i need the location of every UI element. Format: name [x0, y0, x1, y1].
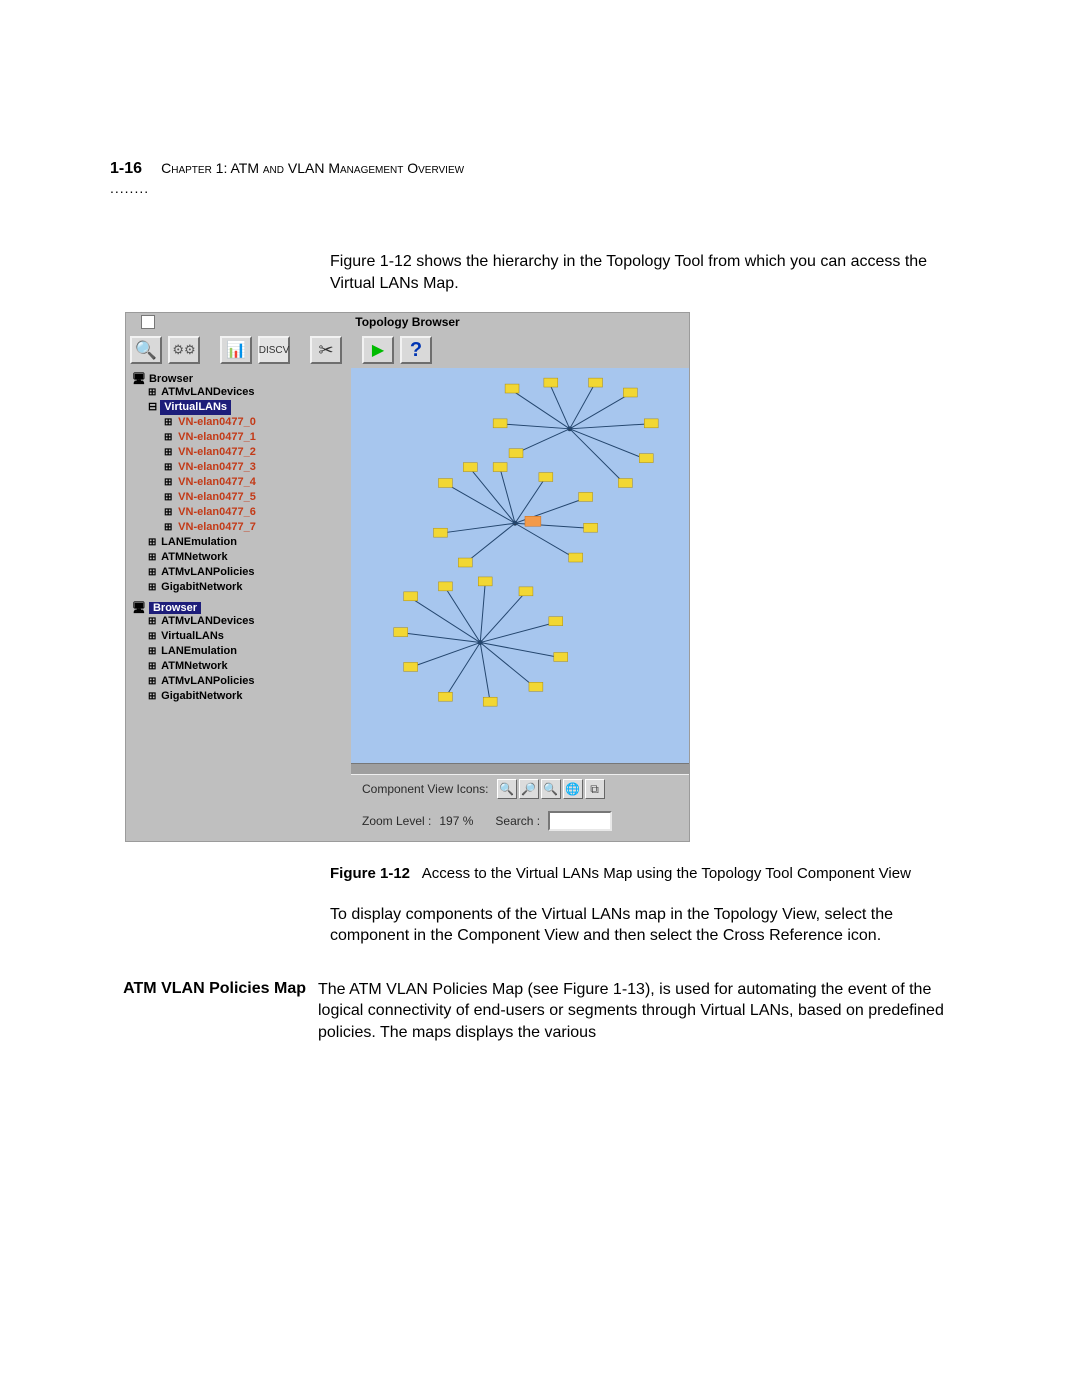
tree-item-vn-elan-5[interactable]: VN-elan0477_5: [132, 490, 349, 505]
tree-item-vn-elan-3[interactable]: VN-elan0477_3: [132, 460, 349, 475]
tree-pane[interactable]: Browser ATMvLANDevices VirtualLANs VN-el…: [126, 368, 351, 763]
intro-paragraph: Figure 1-12 shows the hierarchy in the T…: [330, 251, 960, 294]
tree-item-vn-elan-6[interactable]: VN-elan0477_6: [132, 505, 349, 520]
zoom-value: 197 %: [439, 814, 473, 828]
tree-item-vn-elan-4[interactable]: VN-elan0477_4: [132, 475, 349, 490]
toolbar: 🔍 ⚙⚙ 📊 DISCV ✂ ▶ ?: [126, 332, 689, 368]
cut-icon[interactable]: ✂: [310, 336, 342, 364]
tree-item-atmvlandevices[interactable]: ATMvLANDevices: [132, 385, 349, 400]
cv-globe-icon[interactable]: 🌐: [563, 779, 583, 799]
figure-caption: Figure 1-12 Access to the Virtual LANs M…: [330, 864, 960, 884]
topology-map-canvas[interactable]: [351, 368, 689, 763]
page-number: 1-16: [110, 160, 149, 178]
mid-paragraph: To display components of the Virtual LAN…: [330, 904, 960, 947]
cv-zoom-icon[interactable]: 🔍: [497, 779, 517, 799]
tree-item-vn-elan-1[interactable]: VN-elan0477_1: [132, 430, 349, 445]
figure-1-12: Topology Browser 🔍 ⚙⚙ 📊 DISCV ✂ ▶ ? Brow…: [125, 312, 690, 842]
tree-item-gigabitnetwork[interactable]: GigabitNetwork: [132, 580, 349, 595]
tree2-item-atmnetwork[interactable]: ATMNetwork: [132, 659, 349, 674]
tree2-item-gigabitnetwork[interactable]: GigabitNetwork: [132, 689, 349, 704]
tree-item-atmnetwork[interactable]: ATMNetwork: [132, 550, 349, 565]
component-view-icons: 🔍 🔎 🔍 🌐 ⧉: [497, 779, 605, 799]
barchart-icon[interactable]: 📊: [220, 336, 252, 364]
tree2-item-lanemulation[interactable]: LANEmulation: [132, 644, 349, 659]
tree-item-atmvlanpolicies[interactable]: ATMvLANPolicies: [132, 565, 349, 580]
discovery-icon[interactable]: DISCV: [258, 336, 290, 364]
search-input[interactable]: [548, 811, 612, 831]
status-area: Component View Icons: 🔍 🔎 🔍 🌐 ⧉ Zoom Lev…: [126, 763, 689, 841]
window-titlebar: Topology Browser: [126, 313, 689, 332]
magnify-icon[interactable]: 🔍: [130, 336, 162, 364]
tree2-item-atmvlandevices[interactable]: ATMvLANDevices: [132, 614, 349, 629]
figure-text: Access to the Virtual LANs Map using the…: [422, 865, 911, 882]
chapter-title: Chapter 1: ATM and VLAN Management Overv…: [161, 160, 464, 176]
tree1-root[interactable]: Browser: [132, 372, 349, 385]
cv-zoomfit-icon[interactable]: 🔍: [541, 779, 561, 799]
run-icon[interactable]: ▶: [362, 336, 394, 364]
cv-zoomout-icon[interactable]: 🔎: [519, 779, 539, 799]
tree-item-lanemulation[interactable]: LANEmulation: [132, 535, 349, 550]
window-title: Topology Browser: [355, 315, 459, 329]
zoom-label: Zoom Level :: [362, 814, 431, 828]
tree-item-vn-elan-0[interactable]: VN-elan0477_0: [132, 415, 349, 430]
search-label: Search :: [495, 814, 540, 828]
tree-item-virtuallans[interactable]: VirtualLANs: [132, 400, 349, 415]
window-system-menu-icon[interactable]: [141, 315, 155, 329]
horizontal-scrollbar[interactable]: [351, 763, 689, 775]
page-header: 1-16 ........ Chapter 1: ATM and VLAN Ma…: [110, 160, 960, 196]
component-view-icons-label: Component View Icons:: [362, 782, 489, 796]
header-dots: ........: [110, 180, 149, 196]
tree2-root[interactable]: Browser: [132, 601, 349, 614]
tree-item-vn-elan-7[interactable]: VN-elan0477_7: [132, 520, 349, 535]
config-icon[interactable]: ⚙⚙: [168, 336, 200, 364]
section-heading: ATM VLAN Policies Map: [110, 979, 318, 1044]
tree2-item-virtuallans[interactable]: VirtualLANs: [132, 629, 349, 644]
cv-crossref-icon[interactable]: ⧉: [585, 779, 605, 799]
tree2-item-atmvlanpolicies[interactable]: ATMvLANPolicies: [132, 674, 349, 689]
help-icon[interactable]: ?: [400, 336, 432, 364]
figure-label: Figure 1-12: [330, 865, 410, 882]
section-body: The ATM VLAN Policies Map (see Figure 1-…: [318, 979, 960, 1044]
topology-browser-window: Topology Browser 🔍 ⚙⚙ 📊 DISCV ✂ ▶ ? Brow…: [125, 312, 690, 842]
tree-item-vn-elan-2[interactable]: VN-elan0477_2: [132, 445, 349, 460]
